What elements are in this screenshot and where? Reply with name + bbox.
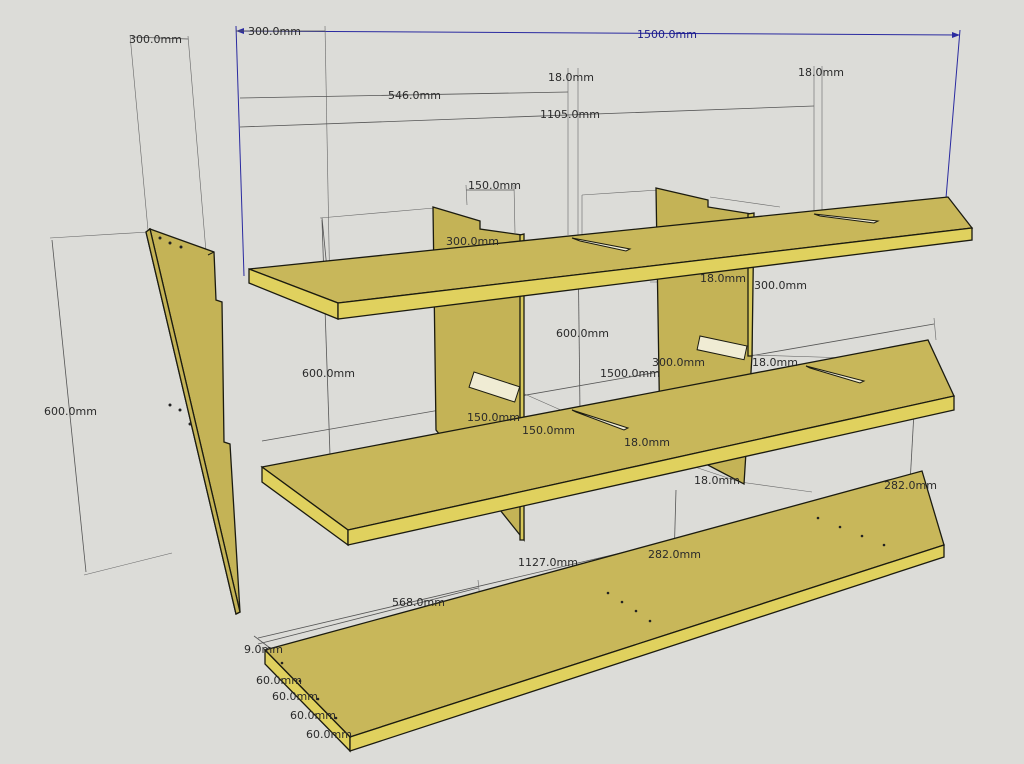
dim-60-b: 60.0mm [272, 690, 318, 703]
dim-overall-width: 1500.0mm [637, 28, 697, 41]
dim-1105: 1105.0mm [540, 108, 600, 121]
dim-right-282: 282.0mm [884, 479, 937, 492]
dim-left-600: 600.0mm [302, 367, 355, 380]
dim-546: 546.0mm [388, 89, 441, 102]
dim-side-300: 300.0mm [129, 33, 182, 46]
dim-center-282: 282.0mm [648, 548, 701, 561]
dim-mid-600: 600.0mm [556, 327, 609, 340]
dim-18-f: 18.0mm [694, 474, 740, 487]
dim-top-300: 300.0mm [248, 25, 301, 38]
dim-mid-1500: 1500.0mm [600, 367, 660, 380]
dim-150-b: 150.0mm [522, 424, 575, 437]
dim-center-300: 300.0mm [652, 356, 705, 369]
dim-upright-300: 300.0mm [446, 235, 499, 248]
dim-150-top: 150.0mm [468, 179, 521, 192]
dim-right-300: 300.0mm [754, 279, 807, 292]
dim-18-a: 18.0mm [548, 71, 594, 84]
dim-150-a: 150.0mm [467, 411, 520, 424]
dim-18-e: 18.0mm [624, 436, 670, 449]
top-shelf [248, 196, 974, 320]
dim-18-d: 18.0mm [752, 356, 798, 369]
shelf-assembly-drawing: 1500.0mm 300.0mm 300.0mm 546.0mm 1105.0m… [44, 25, 974, 753]
dim-9: 9.0mm [244, 643, 283, 656]
dim-60-d: 60.0mm [306, 728, 352, 741]
dim-18-c: 18.0mm [700, 272, 746, 285]
dim-side-600: 600.0mm [44, 405, 97, 418]
dim-60-a: 60.0mm [256, 674, 302, 687]
dim-1127: 1127.0mm [518, 556, 578, 569]
dim-18-b: 18.0mm [798, 66, 844, 79]
dim-568: 568.0mm [392, 596, 445, 609]
dim-60-c: 60.0mm [290, 709, 336, 722]
